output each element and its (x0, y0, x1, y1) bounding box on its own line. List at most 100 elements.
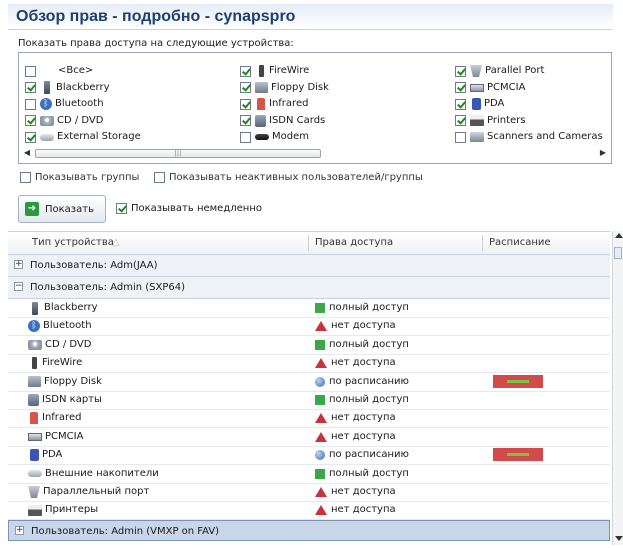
access-cell: по расписанию (315, 446, 409, 464)
scroll-down-icon[interactable] (615, 536, 623, 541)
device-label: Modem (272, 131, 309, 142)
device-label: PCMCIA (487, 81, 526, 93)
table-row[interactable]: FireWire нет доступа (8, 354, 610, 374)
access-cell: нет доступа (315, 428, 396, 446)
column-access-rights[interactable]: Права доступа (315, 232, 393, 254)
scroll-thumb[interactable] (614, 247, 622, 259)
device-checkbox[interactable] (240, 115, 251, 126)
show-inactive-checkbox[interactable] (154, 172, 165, 183)
scroll-track[interactable]: ||| (35, 149, 595, 158)
device-option[interactable]: ᛒ Bluetooth (25, 96, 104, 112)
device-checkbox[interactable] (455, 131, 466, 143)
device-option[interactable]: Modem (240, 129, 309, 145)
collapse-icon[interactable]: − (14, 282, 23, 291)
table-row[interactable]: ᛒ Bluetooth нет доступа (8, 317, 610, 337)
show-immediately-checkbox[interactable] (116, 203, 127, 214)
table-row[interactable]: CD / DVD полный доступ (8, 336, 610, 355)
user-group-row[interactable]: + Пользователь: Admin (VMXP on FAV) (8, 519, 610, 541)
external-storage-icon (28, 470, 42, 478)
access-value: нет доступа (331, 357, 396, 369)
device-checkbox[interactable] (240, 82, 251, 93)
device-checkbox[interactable] (240, 98, 251, 110)
show-immediately-option[interactable]: Показывать немедленно (116, 203, 262, 214)
device-label: CD / DVD (57, 114, 104, 126)
device-option[interactable]: <Все> (25, 63, 93, 79)
device-option[interactable]: Floppy Disk (240, 80, 329, 96)
device-option[interactable]: Infrared (240, 96, 308, 112)
table-row[interactable]: Внешние накопители полный доступ (8, 465, 610, 484)
page-title: Обзор прав - подробно - cynapspro (8, 4, 613, 30)
device-option[interactable]: External Storage (25, 129, 141, 145)
device-checkbox[interactable] (240, 65, 251, 77)
table-row[interactable]: Параллельный порт нет доступа (8, 483, 610, 502)
device-checkbox[interactable] (25, 82, 36, 93)
device-checkbox[interactable] (25, 115, 36, 126)
column-schedule[interactable]: Расписание (489, 232, 551, 254)
device-label: Bluetooth (55, 98, 104, 109)
device-option[interactable]: ISDN Cards (240, 113, 325, 129)
table-row[interactable]: Blackberry полный доступ (8, 299, 610, 318)
device-checkbox[interactable] (240, 131, 251, 143)
scroll-up-icon[interactable] (615, 233, 623, 238)
device-option[interactable]: Blackberry (25, 80, 110, 96)
device-checkbox[interactable] (455, 98, 466, 110)
device-option[interactable]: Scanners and Cameras (455, 129, 603, 145)
isdn-icon (28, 394, 39, 406)
access-value: полный доступ (329, 467, 409, 479)
show-button[interactable]: ➜ Показать (18, 195, 106, 223)
device-checkbox[interactable] (25, 131, 36, 143)
scroll-left-icon[interactable]: ◀ (21, 147, 33, 159)
bluetooth-icon: ᛒ (28, 320, 40, 333)
table-row[interactable]: Принтеры нет доступа (8, 501, 610, 521)
expand-icon[interactable]: + (14, 260, 23, 269)
expand-icon[interactable]: + (15, 525, 24, 535)
access-cell: нет доступа (315, 409, 396, 427)
device-filter-caption: Показать права доступа на следующие устр… (18, 38, 294, 49)
scroll-right-icon[interactable]: ▶ (597, 147, 609, 159)
show-groups-checkbox[interactable] (20, 172, 31, 183)
show-groups-option[interactable]: Показывать группы (20, 172, 139, 183)
device-checkbox[interactable] (455, 82, 466, 93)
device-option[interactable]: PDA (455, 96, 504, 112)
user-group-label: Пользователь: Admin (VMXP on FAV) (31, 525, 220, 537)
access-cell: нет доступа (315, 483, 396, 501)
access-cell: нет доступа (315, 501, 396, 519)
column-device-type[interactable]: Тип устройства (32, 232, 114, 254)
table-row[interactable]: ISDN карты полный доступ (8, 391, 610, 410)
device-list-scrollbar[interactable]: ◀ ||| ▶ (21, 147, 609, 159)
scroll-thumb[interactable]: ||| (35, 149, 321, 158)
table-row[interactable]: PCMCIA нет доступа (8, 428, 610, 447)
device-label: ISDN Cards (269, 114, 326, 126)
device-label: Scanners and Cameras (487, 131, 603, 142)
show-button-label: Показать (45, 203, 94, 215)
user-group-row[interactable]: − Пользователь: Admin (SXP64) (8, 277, 610, 299)
table-row[interactable]: Floppy Disk по расписанию (8, 373, 610, 392)
schedule-bar[interactable] (493, 448, 543, 462)
show-inactive-option[interactable]: Показывать неактивных пользователей/груп… (154, 172, 423, 183)
device-checkbox[interactable] (455, 65, 466, 77)
user-group-label: Пользователь: Adm(JAA) (30, 260, 158, 271)
device-name: Infrared (42, 412, 82, 424)
device-cell: Принтеры (28, 501, 98, 519)
device-checkbox[interactable] (25, 98, 36, 110)
access-cell: нет доступа (315, 354, 396, 372)
device-option[interactable]: FireWire (240, 63, 309, 79)
user-group-row[interactable]: + Пользователь: Adm(JAA) (8, 255, 610, 277)
schedule-icon (315, 376, 325, 387)
firewire-icon (32, 357, 37, 370)
device-option[interactable]: PCMCIA (455, 80, 525, 96)
device-checkbox[interactable] (455, 115, 466, 126)
device-option[interactable]: CD / DVD (25, 113, 103, 129)
access-value: нет доступа (331, 504, 396, 516)
schedule-bar[interactable] (493, 374, 543, 388)
table-row[interactable]: PDA по расписанию (8, 446, 610, 466)
device-option[interactable]: Printers (455, 113, 525, 129)
column-separator (482, 235, 483, 251)
access-value: по расписанию (329, 375, 409, 387)
schedule-icon (315, 450, 325, 461)
device-checkbox[interactable] (25, 65, 36, 77)
device-option[interactable]: Parallel Port (455, 63, 544, 79)
access-value: полный доступ (329, 338, 409, 350)
table-row[interactable]: Infrared нет доступа (8, 409, 610, 429)
grid-vertical-scrollbar[interactable] (612, 231, 623, 545)
